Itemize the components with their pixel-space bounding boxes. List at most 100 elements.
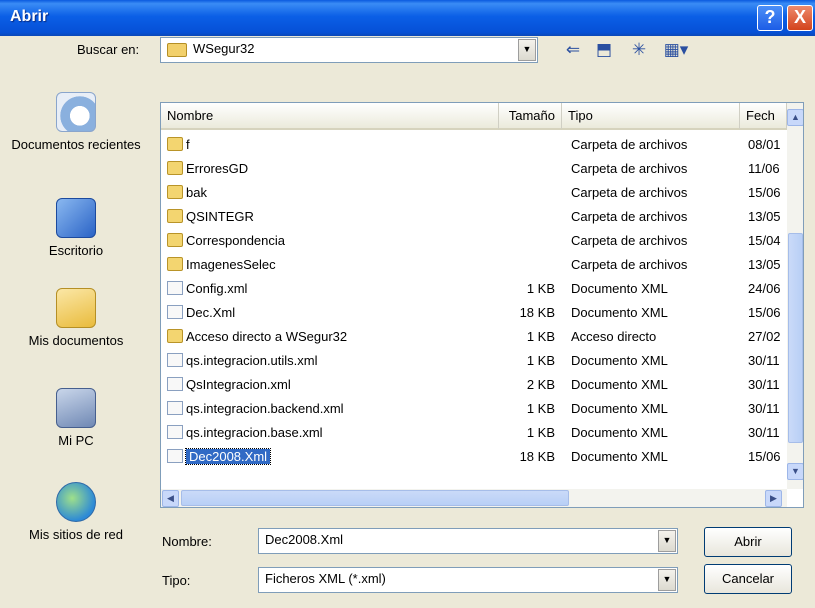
place-recent-documents[interactable]: Documentos recientes [6, 92, 146, 153]
file-type: Carpeta de archivos [571, 233, 688, 248]
window-title: Abrir [10, 8, 49, 25]
file-row[interactable]: qs.integracion.backend.xml 1 KB Documento … [161, 397, 781, 421]
file-row[interactable]: qs.integracion.utils.xml 1 KB Documento XM… [161, 349, 781, 373]
filename-input[interactable]: Dec2008.Xml ▼ [258, 528, 678, 554]
xml-file-icon [167, 425, 183, 439]
file-name-cell: QsIntegracion.xml [167, 375, 291, 395]
file-name: Dec.Xml [186, 305, 236, 320]
file-row[interactable]: qs.integracion.base.xml 1 KB Documento XML… [161, 421, 781, 445]
up-folder-icon[interactable]: ⬒ [591, 39, 617, 61]
horizontal-scrollbar[interactable]: ◀ ▶ [161, 489, 787, 507]
file-name: Acceso directo a WSegur32 [186, 329, 348, 344]
folder-icon [167, 233, 183, 247]
horizontal-scroll-thumb[interactable] [181, 490, 569, 506]
chevron-down-icon[interactable]: ▼ [658, 569, 676, 591]
xml-file-icon [167, 377, 183, 391]
scroll-right-icon[interactable]: ▶ [765, 490, 782, 507]
file-name-cell: Dec.Xml [167, 303, 235, 323]
xml-file-icon [167, 401, 183, 415]
scroll-up-icon[interactable]: ▲ [787, 109, 803, 126]
chevron-down-icon[interactable]: ▼ [658, 530, 676, 552]
close-button[interactable]: X [787, 5, 813, 31]
xml-file-icon [167, 305, 183, 319]
file-row[interactable]: QsIntegracion.xml 2 KB Documento XML 30/11 [161, 373, 781, 397]
file-row[interactable]: QSINTEGR Carpeta de archivos 13/05 [161, 205, 781, 229]
file-name-cell: ErroresGD [167, 159, 248, 179]
place-my-documents[interactable]: Mis documentos [6, 288, 146, 349]
file-date: 15/06 [748, 449, 781, 464]
file-name-cell: Config.xml [167, 279, 247, 299]
lookin-combo[interactable]: WSegur32 ▼ [160, 37, 538, 63]
filename-value: Dec2008.Xml [265, 532, 344, 547]
scroll-left-icon[interactable]: ◀ [162, 490, 179, 507]
title-bar[interactable]: Abrir ? X [0, 0, 815, 36]
xml-file-icon [167, 281, 183, 295]
vertical-scrollbar[interactable]: ▲ ▼ [787, 103, 803, 489]
folder-icon [167, 161, 183, 175]
file-type: Documento XML [571, 401, 668, 416]
file-date: 15/06 [748, 185, 781, 200]
file-size: 1 KB [526, 281, 555, 296]
file-name: QSINTEGR [186, 209, 254, 224]
folder-icon [167, 43, 187, 57]
file-row[interactable]: Config.xml 1 KB Documento XML 24/06 [161, 277, 781, 301]
file-size: 1 KB [526, 401, 555, 416]
file-type: Documento XML [571, 377, 668, 392]
file-row[interactable]: Acceso directo a WSegur32 1 KB Acceso dire… [161, 325, 781, 349]
file-size: 18 KB [519, 305, 555, 320]
file-row[interactable]: f Carpeta de archivos 08/01 [161, 133, 781, 157]
file-name-cell: Acceso directo a WSegur32 [167, 327, 347, 347]
file-row[interactable]: bak Carpeta de archivos 15/06 [161, 181, 781, 205]
chevron-down-icon[interactable]: ▼ [518, 39, 536, 61]
shortcut-icon [167, 329, 183, 343]
file-date: 30/11 [748, 401, 780, 416]
filetype-select[interactable]: Ficheros XML (*.xml) ▼ [258, 567, 678, 593]
file-type: Carpeta de archivos [571, 137, 688, 152]
place-label: Escritorio [48, 243, 104, 258]
place-network[interactable]: Mis sitios de red [6, 482, 146, 543]
cancel-button[interactable]: Cancelar [704, 564, 792, 594]
file-row[interactable]: Dec2008.Xml 18 KB Documento XML 15/06 [161, 445, 781, 469]
vertical-scroll-thumb[interactable] [788, 233, 803, 443]
file-type: Documento XML [571, 305, 668, 320]
column-header-name[interactable]: Nombre [161, 103, 499, 130]
view-menu-icon[interactable]: ▦▾ [659, 39, 693, 61]
column-header-date[interactable]: Fech [740, 103, 787, 130]
place-label: Mis sitios de red [29, 527, 123, 542]
new-folder-icon[interactable]: ✳ [625, 39, 653, 61]
file-list[interactable]: Nombre Tamaño Tipo Fech f Carpeta de arch… [160, 102, 804, 508]
xml-file-icon [167, 353, 183, 367]
file-name: Config.xml [186, 281, 248, 296]
help-button[interactable]: ? [757, 5, 783, 31]
scroll-down-icon[interactable]: ▼ [787, 463, 803, 480]
place-label: Mi PC [58, 433, 94, 448]
column-header-size[interactable]: Tamaño [499, 103, 562, 130]
file-name: bak [186, 185, 207, 200]
place-desktop[interactable]: Escritorio [6, 198, 146, 259]
file-size: 1 KB [526, 353, 555, 368]
back-icon[interactable]: ⇐ [560, 39, 586, 61]
file-name: ImagenesSelec [186, 257, 276, 272]
place-my-computer[interactable]: Mi PC [6, 388, 146, 449]
file-name-cell: ImagenesSelec [167, 255, 276, 275]
file-row[interactable]: ImagenesSelec Carpeta de archivos 13/05 [161, 253, 781, 277]
file-name-cell: qs.integracion.backend.xml [167, 399, 344, 419]
file-row[interactable]: Correspondencia Carpeta de archivos 15/04 [161, 229, 781, 253]
folder-icon [167, 257, 183, 271]
file-date: 24/06 [748, 281, 781, 296]
file-name: qs.integracion.base.xml [186, 425, 323, 440]
lookin-value: WSegur32 [193, 41, 255, 56]
file-name-cell: Dec2008.Xml [167, 447, 272, 467]
file-type: Carpeta de archivos [571, 257, 688, 272]
open-button[interactable]: Abrir [704, 527, 792, 557]
file-name: QsIntegracion.xml [186, 377, 291, 392]
folder-icon [167, 209, 183, 223]
file-row[interactable]: ErroresGD Carpeta de archivos 11/06 [161, 157, 781, 181]
file-row[interactable]: Dec.Xml 18 KB Documento XML 15/06 [161, 301, 781, 325]
file-name: qs.integracion.backend.xml [186, 401, 344, 416]
file-type: Documento XML [571, 449, 668, 464]
file-date: 11/06 [748, 161, 780, 176]
column-header-type[interactable]: Tipo [562, 103, 740, 130]
file-name-cell: qs.integracion.base.xml [167, 423, 323, 443]
place-label: Documentos recientes [11, 137, 141, 152]
